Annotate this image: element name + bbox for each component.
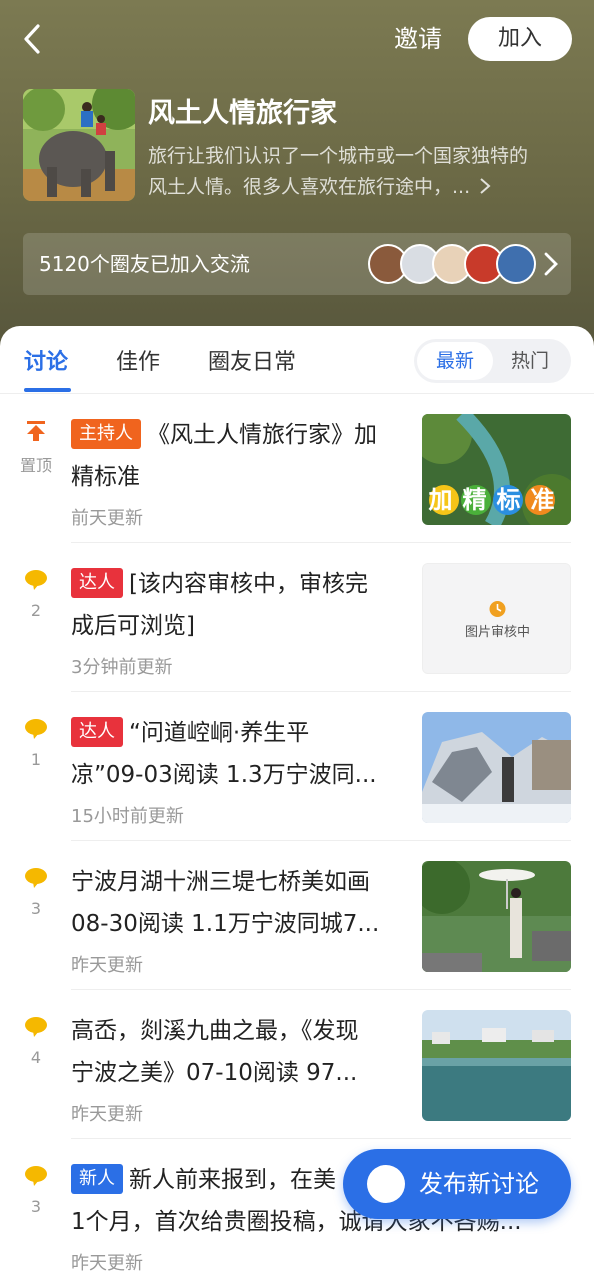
comment-icon — [25, 1017, 47, 1037]
thumbnail-text: 图片审核中 — [465, 625, 530, 640]
post-thumbnail: 加精标准 — [422, 414, 571, 525]
post-item[interactable]: 2 达人 [该内容审核中，审核完 成后可浏览] 3分钟前更新 图片审核中 — [0, 543, 594, 692]
post-time: 3分钟前更新 — [71, 657, 173, 678]
chevron-right-icon — [544, 252, 558, 276]
tab-daily[interactable]: 圈友日常 — [208, 344, 296, 376]
post-thumbnail — [422, 712, 571, 823]
circle-title: 风土人情旅行家 — [148, 98, 337, 129]
post-item[interactable]: 3 宁波月湖十洲三堤七桥美如画 08-30阅读 1.1万宁波同城7... 昨天更… — [0, 841, 594, 990]
circle-cover-image — [23, 89, 135, 201]
post-title: 宁波月湖十洲三堤七桥美如画 08-30阅读 1.1万宁波同城7... — [71, 869, 380, 937]
circle-header: 邀请 加入 风土人情旅行家 旅行让我们认识了一个城市或一个国家独特的 风土人情。… — [0, 0, 594, 350]
comment-count: 3 — [14, 1165, 58, 1216]
pinned-label: 置顶 — [19, 456, 52, 475]
tab-bar: 讨论 佳作 圈友日常 最新 热门 — [0, 326, 594, 394]
tab-works[interactable]: 佳作 — [116, 344, 160, 376]
expert-badge: 达人 — [71, 717, 123, 747]
comment-count: 3 — [14, 867, 58, 918]
newcomer-badge: 新人 — [71, 1164, 123, 1194]
invite-button[interactable]: 邀请 — [394, 22, 442, 56]
avatar — [496, 244, 536, 284]
new-discussion-button[interactable]: 发布新讨论 — [343, 1149, 571, 1219]
chevron-right-icon — [480, 178, 491, 194]
circle-description[interactable]: 旅行让我们认识了一个城市或一个国家独特的 风土人情。很多人喜欢在旅行途中，... — [148, 141, 568, 203]
description-line: 旅行让我们认识了一个城市或一个国家独特的 — [148, 145, 529, 167]
post-time: 昨天更新 — [71, 1104, 143, 1125]
post-thumbnail — [422, 861, 571, 972]
join-button[interactable]: 加入 — [468, 17, 572, 61]
post-title: 主持人 《风土人情旅行家》加 精标准 — [71, 414, 405, 498]
tab-discussion[interactable]: 讨论 — [24, 344, 68, 376]
post-item[interactable]: 4 高岙，剡溪九曲之最，《发现 宁波之美》￼07-10阅读 97... 昨天更新 — [0, 990, 594, 1139]
new-discussion-label: 发布新讨论 — [419, 1170, 539, 1198]
sort-latest-button[interactable]: 最新 — [417, 342, 493, 380]
members-count-text: 5120个圈友已加入交流 — [39, 252, 250, 276]
members-bar[interactable]: 5120个圈友已加入交流 — [23, 233, 571, 295]
content-panel: 讨论 佳作 圈友日常 最新 热门 置顶 主持人 《风土人情旅行家》加 精标准 前天… — [0, 326, 594, 1280]
comment-icon — [25, 1166, 47, 1186]
sort-toggle: 最新 热门 — [414, 339, 571, 383]
active-tab-indicator — [24, 388, 71, 392]
back-button[interactable] — [18, 22, 48, 56]
post-item[interactable]: 置顶 主持人 《风土人情旅行家》加 精标准 前天更新 加精标准 — [0, 394, 594, 543]
post-time: 前天更新 — [71, 508, 143, 529]
post-title: 高岙，剡溪九曲之最，《发现 宁波之美》￼07-10阅读 97... — [71, 1018, 359, 1086]
pin-top-icon — [27, 421, 45, 441]
post-item[interactable]: 1 达人 “问道崆峒·养生平 凉”09-03阅读 1.3万宁波同... 15小时前… — [0, 692, 594, 841]
comment-count: 1 — [14, 718, 58, 769]
post-title: 达人 “问道崆峒·养生平 凉”09-03阅读 1.3万宁波同... — [71, 712, 405, 796]
comment-icon — [25, 570, 47, 590]
post-time: 昨天更新 — [71, 955, 143, 976]
description-line: 风土人情。很多人喜欢在旅行途中，... — [148, 172, 568, 203]
sort-hot-button[interactable]: 热门 — [492, 342, 568, 380]
comment-count: 4 — [14, 1016, 58, 1067]
host-badge: 主持人 — [71, 419, 141, 449]
post-thumbnail — [422, 1010, 571, 1121]
thumbnail-text: 加精标准 — [429, 486, 565, 514]
post-thumbnail-under-review: 图片审核中 — [422, 563, 571, 674]
expert-badge: 达人 — [71, 568, 123, 598]
comment-icon — [25, 868, 47, 888]
comment-count: 2 — [14, 569, 58, 620]
post-time: 15小时前更新 — [71, 806, 184, 827]
post-title: 达人 [该内容审核中，审核完 成后可浏览] — [71, 563, 405, 647]
post-time: 昨天更新 — [71, 1253, 143, 1274]
comment-icon — [25, 719, 47, 739]
chevron-left-icon — [24, 24, 40, 54]
user-avatar-icon — [367, 1165, 405, 1203]
pinned-indicator: 置顶 — [14, 420, 58, 476]
